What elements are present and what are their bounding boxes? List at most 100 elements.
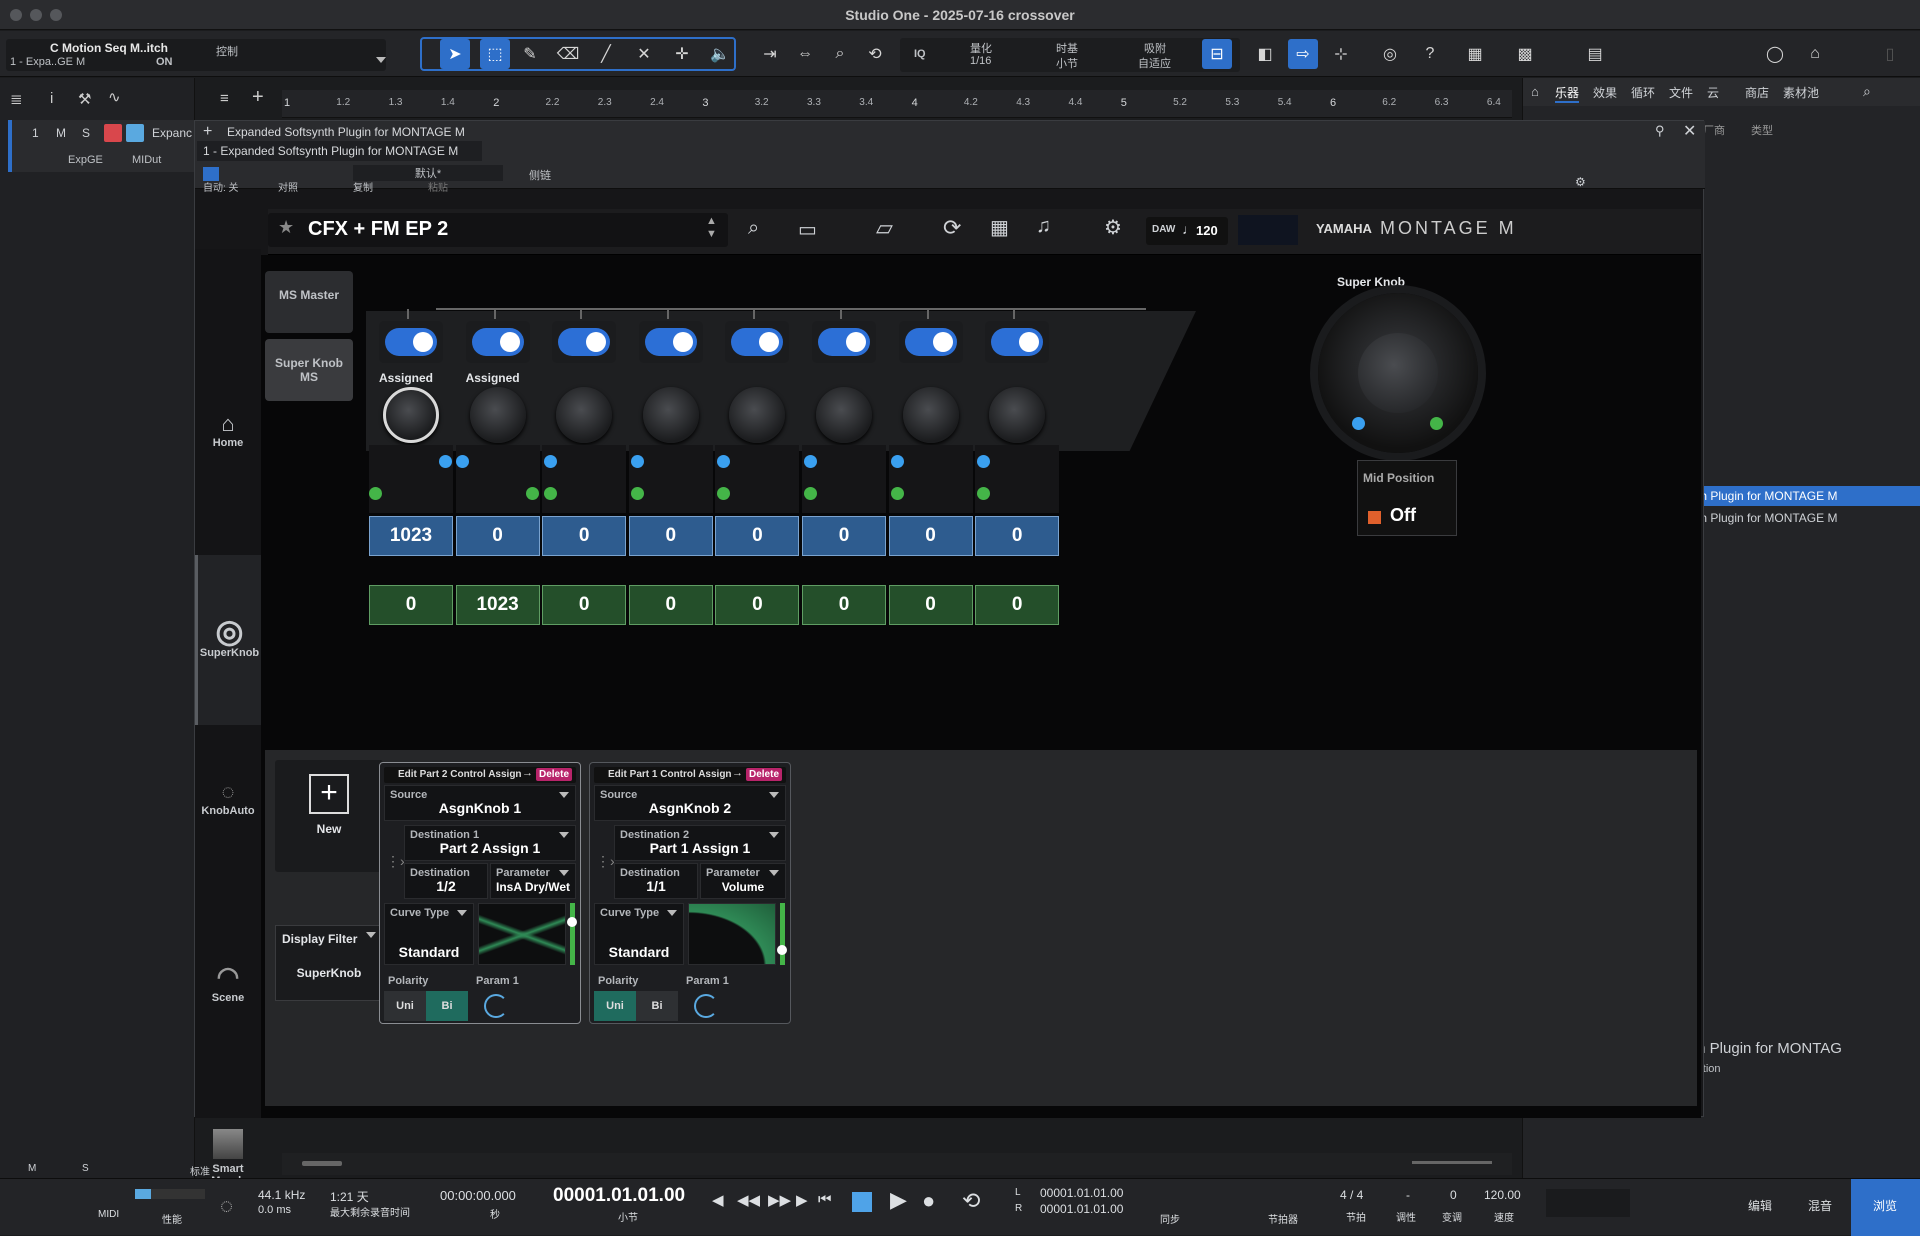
assign-knob[interactable] bbox=[642, 387, 699, 443]
paint-tool-icon[interactable]: ╱ bbox=[591, 39, 621, 69]
assign-toggle[interactable] bbox=[725, 321, 790, 363]
performance-select[interactable]: ★ CFX + FM EP 2 ▲ ▼ bbox=[268, 213, 728, 247]
range-min-value[interactable]: 0 bbox=[975, 516, 1060, 556]
browse-view-button[interactable]: 浏览 bbox=[1851, 1179, 1920, 1236]
help-icon[interactable]: ? bbox=[1415, 39, 1445, 69]
param1-knob[interactable] bbox=[694, 994, 718, 1018]
destination-part-select[interactable]: Destination 1/2 bbox=[404, 863, 488, 899]
control-assign-card[interactable]: Edit Part 1 Control Assign → Delete Source A… bbox=[589, 762, 791, 1024]
browser-item[interactable]: th Plugin for MONTAGE M bbox=[1693, 508, 1920, 528]
mid-position-panel[interactable]: Mid Position Off bbox=[1357, 460, 1457, 536]
assign-knob[interactable] bbox=[816, 387, 872, 443]
page-icon[interactable]: ▯ bbox=[1875, 39, 1905, 69]
range-max-value[interactable]: 0 bbox=[628, 585, 713, 625]
auto-label[interactable]: 自动: 关 bbox=[203, 179, 239, 194]
control-assign-card[interactable]: Edit Part 2 Control Assign → Delete Source A… bbox=[379, 762, 581, 1024]
rewind-icon[interactable]: ◀◀ bbox=[737, 1191, 760, 1209]
assign-toggle[interactable] bbox=[379, 321, 443, 363]
card-title[interactable]: Edit Part 1 Control Assign bbox=[608, 769, 732, 780]
info-icon[interactable]: i bbox=[50, 90, 53, 107]
grid-view-icon[interactable]: ▩ bbox=[1510, 39, 1540, 69]
polarity-uni-button[interactable]: Uni bbox=[384, 991, 426, 1021]
key-value[interactable]: - bbox=[1406, 1188, 1410, 1202]
search-icon[interactable]: ⌕ bbox=[748, 217, 759, 240]
range-min-value[interactable]: 0 bbox=[802, 516, 886, 556]
add-track-icon[interactable]: + bbox=[252, 86, 264, 109]
arrow-tool-icon[interactable]: ➤ bbox=[440, 39, 470, 69]
assign-knob[interactable] bbox=[729, 387, 786, 443]
browser-home-icon[interactable]: ⌂ bbox=[1531, 84, 1539, 99]
superknob-ms-button[interactable]: Super Knob MS bbox=[265, 339, 353, 401]
video-icon[interactable]: ▦ bbox=[1460, 39, 1490, 69]
browser-tab[interactable]: 循环 bbox=[1631, 84, 1655, 101]
range-max-value[interactable]: 0 bbox=[715, 585, 800, 625]
monitor-button[interactable] bbox=[126, 124, 144, 142]
wrench-icon[interactable]: ⚒ bbox=[78, 90, 91, 108]
param1-knob[interactable] bbox=[484, 994, 508, 1018]
assign-knob[interactable] bbox=[556, 387, 613, 443]
gear-icon[interactable]: ⚙ bbox=[1575, 175, 1586, 189]
solo-button[interactable]: S bbox=[82, 126, 90, 140]
eraser-tool-icon[interactable]: ⌫ bbox=[553, 39, 583, 69]
volume-meter[interactable] bbox=[1546, 1189, 1630, 1217]
track-row[interactable]: 1 M S Expanc ExpGE MIDut bbox=[8, 120, 195, 172]
assign-knob[interactable] bbox=[989, 387, 1046, 443]
mix-view-button[interactable]: 混音 bbox=[1808, 1197, 1832, 1214]
horizontal-scrollbar[interactable] bbox=[282, 1153, 1512, 1175]
ms-master-button[interactable]: MS Master bbox=[265, 271, 353, 333]
camera-icon[interactable]: ◎ bbox=[1375, 39, 1405, 69]
destination-part-select[interactable]: Destination 1/1 bbox=[614, 863, 698, 899]
search-icon[interactable]: ⌕ bbox=[1863, 83, 1871, 100]
track-info[interactable]: C Motion Seq M..itch 1 - Expa..GE M ON 控… bbox=[6, 39, 386, 71]
snap-left-icon[interactable]: ⇥ bbox=[755, 39, 785, 69]
range-min-value[interactable]: 0 bbox=[715, 516, 800, 556]
add-icon[interactable]: + bbox=[203, 123, 212, 141]
range-max-value[interactable]: 0 bbox=[975, 585, 1060, 625]
snap-toggle-icon[interactable]: ⊟ bbox=[1202, 39, 1232, 69]
destination-select[interactable]: Destination 1 Part 2 Assign 1 bbox=[404, 825, 576, 861]
loop-start[interactable]: 00001.01.01.00 bbox=[1040, 1186, 1123, 1200]
keyboard-icon[interactable]: ▦ bbox=[990, 215, 1009, 240]
automation-icon[interactable]: ∿ bbox=[108, 88, 121, 106]
range-min-value[interactable]: 0 bbox=[455, 516, 540, 556]
nav-knobauto[interactable]: ◌ KnobAuto bbox=[195, 779, 261, 869]
assign-toggle[interactable] bbox=[465, 321, 530, 363]
close-window-button[interactable] bbox=[10, 9, 22, 21]
arrow-right-icon[interactable]: → bbox=[522, 767, 533, 779]
card-title[interactable]: Edit Part 2 Control Assign bbox=[398, 769, 522, 780]
sidechain-button[interactable]: 侧链 bbox=[529, 167, 551, 183]
curve-type-select[interactable]: Curve Type Standard bbox=[594, 903, 684, 965]
instance-select[interactable]: 1 - Expanded Softsynth Plugin for MONTAG… bbox=[197, 141, 482, 161]
delete-button[interactable]: Delete bbox=[536, 768, 573, 781]
browser-tab[interactable]: 商店 bbox=[1745, 84, 1769, 101]
record-icon[interactable]: ● bbox=[922, 1188, 935, 1214]
loop-end[interactable]: 00001.01.01.00 bbox=[1040, 1202, 1123, 1216]
quantize-select[interactable]: 1/16 bbox=[970, 55, 991, 67]
copy-button[interactable]: 复制 bbox=[353, 179, 373, 194]
updown-icon[interactable]: ▲ ▼ bbox=[706, 215, 717, 241]
delete-button[interactable]: Delete bbox=[746, 768, 783, 781]
time-display[interactable]: 00:00:00.000 bbox=[440, 1188, 516, 1203]
curve-level-slider[interactable] bbox=[567, 903, 577, 965]
menu-icon[interactable]: ≣ bbox=[10, 90, 23, 108]
range-min-value[interactable]: 0 bbox=[628, 516, 713, 556]
browser-tab[interactable]: 效果 bbox=[1593, 84, 1617, 101]
range-tool-icon[interactable]: ⬚ bbox=[480, 39, 510, 69]
timeline-ruler[interactable]: 1 1.2 1.3 1.4 2 2.2 2.3 2.4 3 3.2 3.3 3.4 4 4.2 4.3 4.4… bbox=[282, 90, 1512, 118]
parameter-select[interactable]: Parameter InsA Dry/Wet bbox=[490, 863, 576, 899]
zoom-window-button[interactable] bbox=[50, 9, 62, 21]
close-icon[interactable]: ✕ bbox=[1683, 121, 1696, 141]
arrow-right-icon[interactable]: → bbox=[732, 767, 743, 779]
split-tool-icon[interactable]: ✛ bbox=[667, 39, 697, 69]
sync-icon[interactable]: ⟳ bbox=[943, 215, 961, 241]
assign-toggle[interactable] bbox=[552, 321, 617, 363]
curve-level-slider[interactable] bbox=[777, 903, 787, 965]
nav-scene[interactable]: ◠ Scene bbox=[195, 961, 261, 1051]
listen-tool-icon[interactable]: 🔈 bbox=[705, 39, 735, 69]
edit-view-button[interactable]: 编辑 bbox=[1748, 1197, 1772, 1214]
tempo-display[interactable]: DAW ♩ 120 bbox=[1146, 217, 1228, 245]
sync-label[interactable]: 同步 bbox=[1160, 1211, 1180, 1226]
range-max-value[interactable]: 0 bbox=[369, 585, 453, 625]
loop-icon[interactable]: ⟲ bbox=[962, 1188, 980, 1214]
mute-tool-icon[interactable]: ✕ bbox=[629, 39, 659, 69]
